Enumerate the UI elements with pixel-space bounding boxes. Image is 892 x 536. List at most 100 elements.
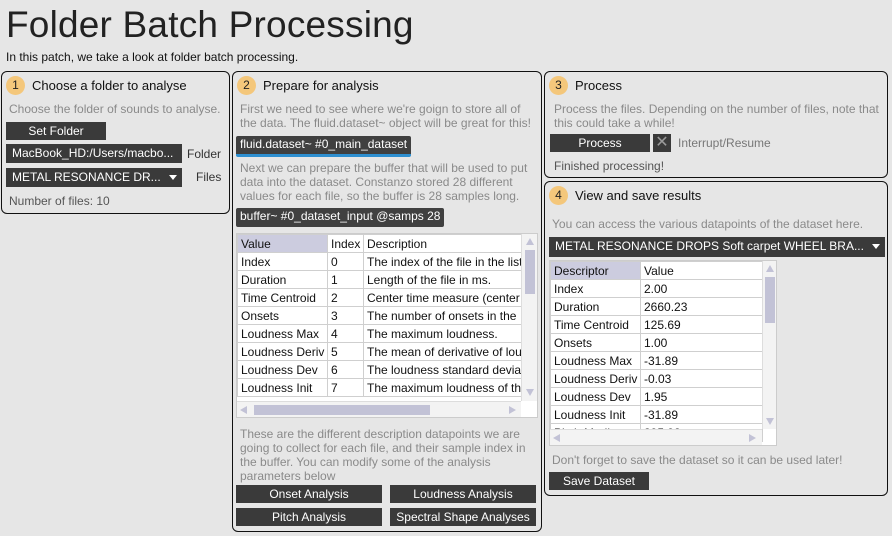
scroll-left-icon[interactable] (553, 434, 560, 442)
table-cell: Duration (237, 270, 328, 289)
table-cell: -31.89 (640, 351, 763, 370)
process-description: Process the files. Depending on the numb… (554, 102, 879, 130)
table-cell: -31.89 (640, 405, 763, 424)
descriptor-index-table: Value Index Description Index 0 The index … (237, 234, 522, 397)
save-dataset-button[interactable]: Save Dataset (549, 472, 649, 490)
table-row[interactable]: Loudness Deriv -0.03 (550, 369, 763, 388)
file-select-value: METAL RESONANCE DROPS Soft carpet WHEEL … (555, 239, 864, 253)
scroll-up-icon[interactable] (766, 265, 774, 272)
scroll-up-icon[interactable] (526, 238, 534, 245)
step-badge-2: 2 (237, 76, 256, 95)
horizontal-scrollbar[interactable] (550, 429, 762, 445)
table-cell: The number of onsets in the (363, 306, 522, 325)
table-row[interactable]: Duration 2660.23 (550, 297, 763, 316)
table-row[interactable]: Index 2.00 (550, 279, 763, 298)
table-cell: Index (237, 252, 328, 271)
table-row[interactable]: Loudness Deriv 5 The mean of derivative of… (237, 342, 522, 361)
column-header: Index (327, 234, 364, 253)
table-cell: The maximum loudness of th (363, 378, 522, 397)
step-badge-1: 1 (6, 76, 25, 95)
table-row[interactable]: Loudness Dev 1.95 (550, 387, 763, 406)
table-cell: Onsets (550, 333, 641, 352)
vertical-scrollbar[interactable] (521, 234, 537, 401)
buffer-object[interactable]: buffer~ #0_dataset_input @samps 28 (236, 208, 445, 227)
horizontal-scrollbar[interactable] (237, 401, 521, 417)
results-table[interactable]: Descriptor Value Index 2.00 Duration 2660.2… (549, 260, 777, 446)
step-badge-3: 3 (549, 76, 568, 95)
table-cell: 1.00 (640, 333, 763, 352)
table-cell: Index (550, 279, 641, 298)
folder-path-field[interactable]: MacBook_HD:/Users/macbo... (6, 144, 182, 163)
scroll-down-icon[interactable] (526, 389, 534, 396)
folder-label: Folder (187, 147, 222, 161)
scroll-down-icon[interactable] (766, 418, 774, 425)
scroll-thumb[interactable] (525, 250, 535, 294)
table-cell: 2660.23 (640, 297, 763, 316)
table-cell: 2.00 (640, 279, 763, 298)
process-button[interactable]: Process (550, 134, 650, 152)
table-cell: Duration (550, 297, 641, 316)
file-count: Number of files: 10 (9, 194, 110, 208)
column-header: Descriptor (550, 261, 641, 280)
table-cell: Loudness Max (237, 324, 328, 343)
panel-description: Choose the folder of sounds to analyse. (9, 102, 221, 116)
table-row[interactable]: Onsets 1.00 (550, 333, 763, 352)
process-status: Finished processing! (554, 159, 665, 173)
column-header: Description (363, 234, 522, 253)
descriptor-table[interactable]: Value Index Description Index 0 The index … (236, 233, 538, 418)
close-icon: ✕ (655, 134, 669, 151)
buffer-description: Next we can prepare the buffer that will… (240, 161, 528, 203)
spectral-shape-analyses-button[interactable]: Spectral Shape Analyses (390, 508, 536, 526)
panel-process: 3 Process Process the files. Depending o… (544, 71, 888, 178)
table-row[interactable]: Loudness Max -31.89 (550, 351, 763, 370)
dataset-object[interactable]: fluid.dataset~ #0_main_dataset (236, 136, 412, 157)
table-row[interactable]: Loudness Init -31.89 (550, 405, 763, 424)
chevron-down-icon (169, 175, 177, 180)
interrupt-toggle[interactable]: ✕ (653, 134, 671, 152)
onset-analysis-button[interactable]: Onset Analysis (236, 485, 382, 503)
table-cell: 7 (327, 378, 364, 397)
table-cell: 2 (327, 288, 364, 307)
panel-prepare-analysis: 2 Prepare for analysis First we need to … (232, 71, 542, 532)
table-cell: Loudness Dev (550, 387, 641, 406)
scroll-left-icon[interactable] (240, 406, 247, 414)
table-cell: 3 (327, 306, 364, 325)
table-cell: Center time measure (center (363, 288, 522, 307)
file-select-dropdown[interactable]: METAL RESONANCE DROPS Soft carpet WHEEL … (549, 237, 885, 257)
table-cell: The maximum loudness. (363, 324, 522, 343)
table-cell: The mean of derivative of lou (363, 342, 522, 361)
loudness-analysis-button[interactable]: Loudness Analysis (390, 485, 536, 503)
chevron-down-icon (872, 244, 880, 249)
scroll-right-icon[interactable] (749, 434, 756, 442)
table-cell: Time Centroid (237, 288, 328, 307)
column-header: Value (640, 261, 763, 280)
interrupt-label: Interrupt/Resume (678, 136, 771, 150)
scroll-thumb[interactable] (254, 405, 430, 415)
column-header: Value (237, 234, 328, 253)
step-badge-4: 4 (549, 186, 568, 205)
table-row[interactable]: Loudness Max 4 The maximum loudness. (237, 324, 522, 343)
table-row[interactable]: Loudness Dev 6 The loudness standard devia (237, 360, 522, 379)
pitch-analysis-button[interactable]: Pitch Analysis (236, 508, 382, 526)
table-cell: Time Centroid (550, 315, 641, 334)
table-row[interactable]: Onsets 3 The number of onsets in the (237, 306, 522, 325)
files-dropdown[interactable]: METAL RESONANCE DR... (6, 168, 182, 187)
table-row[interactable]: Loudness Init 7 The maximum loudness of th (237, 378, 522, 397)
table-cell: Loudness Deriv (550, 369, 641, 388)
table-row[interactable]: Duration 1 Length of the file in ms. (237, 270, 522, 289)
table-cell: Loudness Dev (237, 360, 328, 379)
table-row[interactable]: Time Centroid 2 Center time measure (cente… (237, 288, 522, 307)
scroll-right-icon[interactable] (509, 406, 516, 414)
files-label: Files (196, 170, 222, 184)
table-cell: The loudness standard devia (363, 360, 522, 379)
panel-title: Prepare for analysis (263, 78, 379, 93)
table-cell: Loudness Deriv (237, 342, 328, 361)
table-header-row: Descriptor Value (550, 261, 763, 280)
scroll-thumb[interactable] (765, 277, 775, 323)
table-row[interactable]: Index 0 The index of the file in the list (237, 252, 522, 271)
table-row[interactable]: Time Centroid 125.69 (550, 315, 763, 334)
table-cell: Loudness Max (550, 351, 641, 370)
table-header-row: Value Index Description (237, 234, 522, 253)
set-folder-button[interactable]: Set Folder (6, 122, 106, 140)
vertical-scrollbar[interactable] (762, 261, 776, 429)
